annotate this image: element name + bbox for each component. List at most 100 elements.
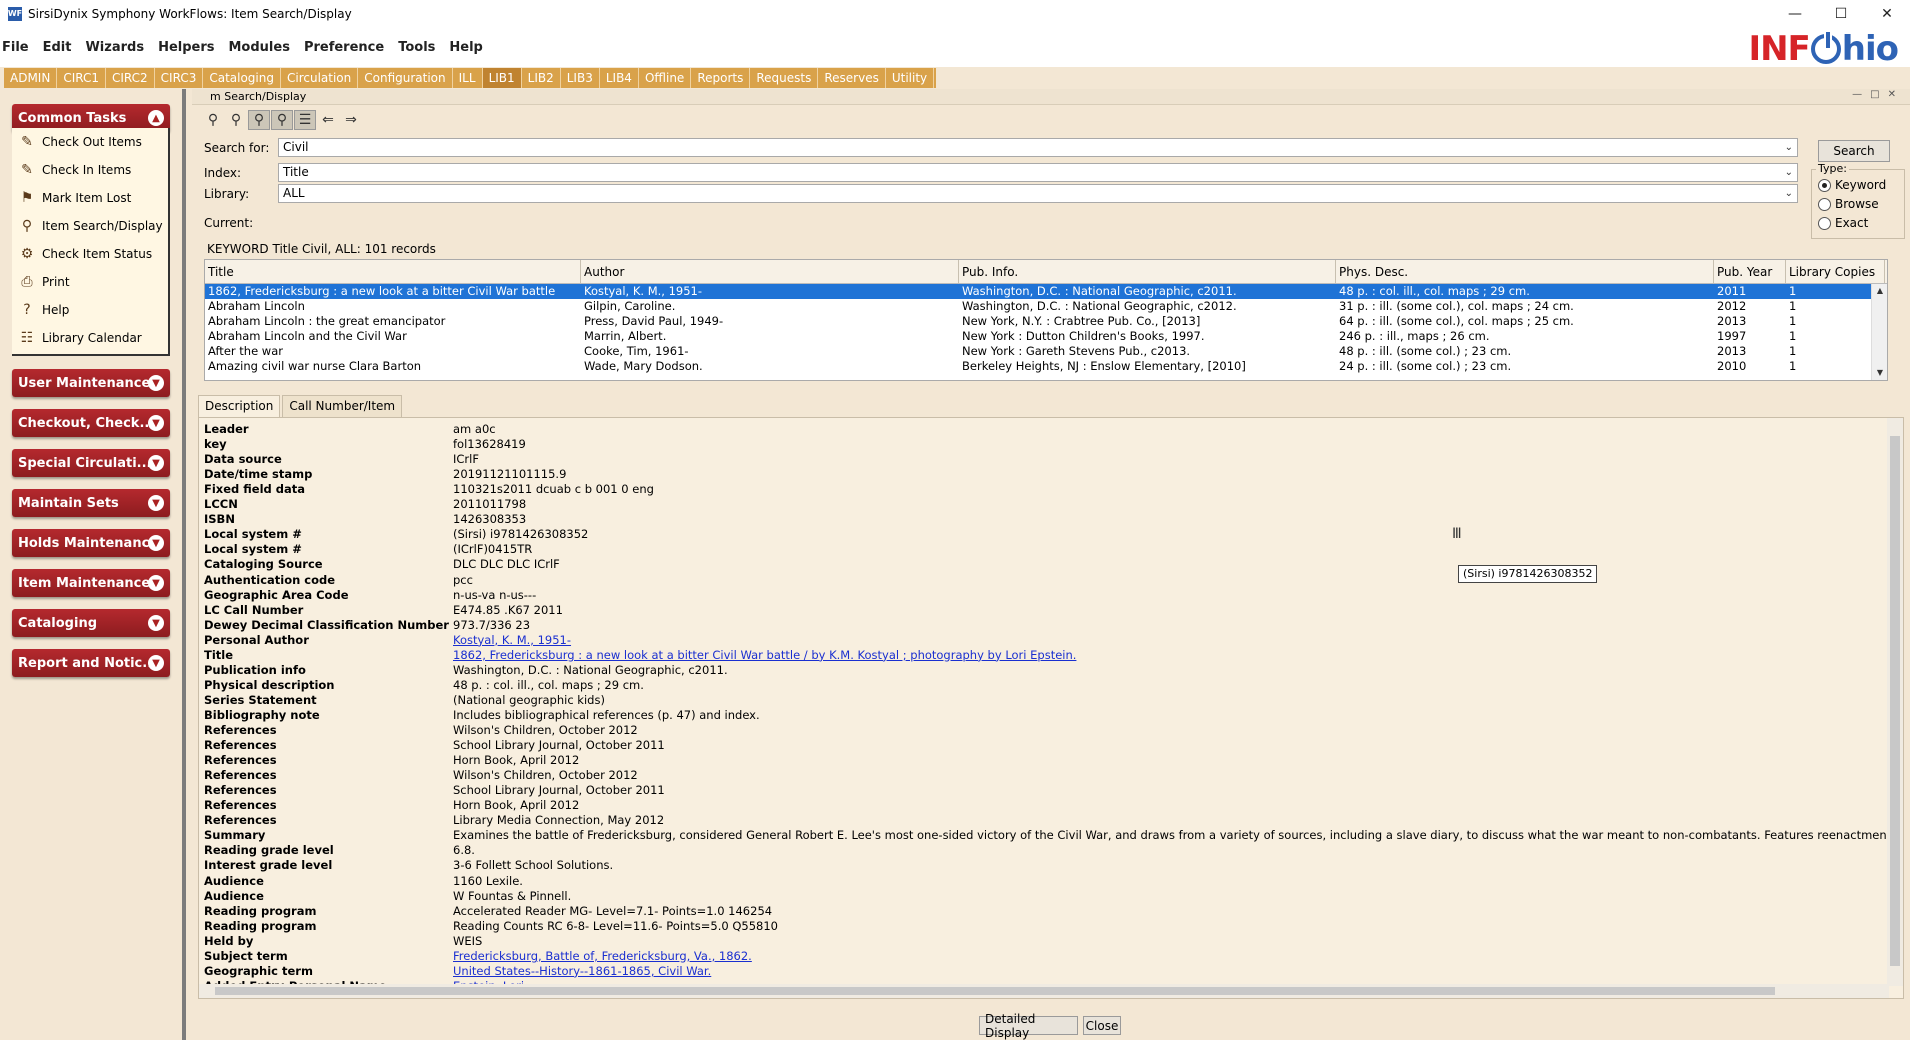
description-horizontal-scrollbar[interactable] [199, 984, 1889, 998]
chevron-up-icon[interactable]: ▲ [148, 110, 164, 126]
radio-exact[interactable]: Exact [1818, 216, 1868, 230]
table-row[interactable]: After the war Cooke, Tim, 1961- New York :… [205, 344, 1887, 359]
table-row[interactable]: 1862, Fredericksburg : a new look at a b… [205, 284, 1887, 299]
binoculars-icon[interactable]: ⚲ [225, 110, 247, 130]
close-button[interactable]: Close [1083, 1016, 1121, 1035]
column-header-author[interactable]: Author [581, 260, 959, 283]
tab-circulation[interactable]: Circulation [281, 68, 359, 88]
task-item-search-display[interactable]: ⚲ Item Search/Display [12, 212, 168, 240]
menu-tools[interactable]: Tools [391, 40, 442, 55]
tooltip: (Sirsi) i9781426308352 [1458, 565, 1598, 583]
menu-preference[interactable]: Preference [297, 40, 391, 55]
close-icon[interactable]: ✕ [1864, 0, 1910, 27]
chevron-down-icon[interactable]: ⌄ [1785, 164, 1793, 181]
tree-icon[interactable]: ☰ [294, 110, 316, 130]
search-helper-icon[interactable]: ⚲ [271, 110, 293, 130]
chevron-down-icon[interactable]: ⌄ [1785, 139, 1793, 156]
radio-browse[interactable]: Browse [1818, 197, 1879, 211]
group-maintain-sets[interactable]: Maintain Sets ▼ [12, 489, 170, 517]
binoculars-icon[interactable]: ⚲ [202, 110, 224, 130]
task-check-out-items[interactable]: ✎ Check Out Items [12, 128, 168, 156]
tab-description[interactable]: Description [198, 395, 281, 417]
tab-circ2[interactable]: CIRC2 [106, 68, 155, 88]
table-row[interactable]: Abraham Lincoln and the Civil War Marrin,… [205, 329, 1887, 344]
task-check-in-items[interactable]: ✎ Check In Items [12, 156, 168, 184]
menu-edit[interactable]: Edit [36, 40, 79, 55]
menu-file[interactable]: File [0, 40, 36, 55]
group-report-and-notices[interactable]: Report and Notic... ▼ [12, 649, 170, 677]
task-check-item-status[interactable]: ⚙ Check Item Status [12, 240, 168, 268]
results-scrollbar[interactable]: ▲ ▼ [1871, 284, 1887, 380]
tab-lib1[interactable]: LIB1 [482, 68, 522, 88]
menu-wizards[interactable]: Wizards [78, 40, 151, 55]
tab-offline[interactable]: Offline [639, 68, 692, 88]
column-header-pub-info[interactable]: Pub. Info. [959, 260, 1336, 283]
description-label: References [204, 768, 277, 783]
tab-lib2[interactable]: LIB2 [522, 68, 561, 88]
tab-lib4[interactable]: LIB4 [600, 68, 639, 88]
tab-circ1[interactable]: CIRC1 [57, 68, 106, 88]
menu-helpers[interactable]: Helpers [151, 40, 221, 55]
description-row: Publication info Washington, D.C. : Natio… [199, 663, 728, 678]
description-row: Data source ICrlF [199, 452, 479, 467]
minimize-icon[interactable]: — [1772, 0, 1818, 27]
description-link[interactable]: United States--History--1861-1865, Civil… [453, 964, 711, 979]
tab-circ3[interactable]: CIRC3 [155, 68, 204, 88]
tab-configuration[interactable]: Configuration [358, 68, 453, 88]
tab-reserves[interactable]: Reserves [818, 68, 886, 88]
arrow-right-icon[interactable]: ⇒ [340, 110, 362, 130]
table-row[interactable]: Abraham Lincoln : the great emancipator P… [205, 314, 1887, 329]
group-checkout-check[interactable]: Checkout, Check... ▼ [12, 409, 170, 437]
task-help[interactable]: ? Help [12, 296, 168, 324]
menu-modules[interactable]: Modules [222, 40, 297, 55]
task-library-calendar[interactable]: ☷ Library Calendar [12, 324, 168, 352]
description-vertical-scrollbar[interactable] [1887, 418, 1903, 986]
tab-call-number-item[interactable]: Call Number/Item [282, 395, 403, 417]
table-row[interactable]: Abraham Lincoln Gilpin, Caroline. Washingt… [205, 299, 1887, 314]
radio-keyword[interactable]: Keyword [1818, 178, 1886, 192]
column-header-library-copies[interactable]: Library Copies [1786, 260, 1885, 283]
tab-reports[interactable]: Reports [691, 68, 751, 88]
maximize-icon[interactable]: ☐ [1818, 0, 1864, 27]
column-header-title[interactable]: Title [205, 260, 581, 283]
column-header-phys-desc[interactable]: Phys. Desc. [1336, 260, 1714, 283]
tab-lib3[interactable]: LIB3 [561, 68, 600, 88]
column-header-pub-year[interactable]: Pub. Year [1714, 260, 1786, 283]
tab-requests[interactable]: Requests [750, 68, 819, 88]
tab-utility[interactable]: Utility [886, 68, 935, 88]
description-label: Interest grade level [204, 858, 333, 873]
index-select[interactable]: Title ⌄ [278, 163, 1798, 182]
group-special-circulation[interactable]: Special Circulati... ▼ [12, 449, 170, 477]
search-mode-icon[interactable]: ⚲ [248, 110, 270, 130]
chevron-down-icon[interactable]: ⌄ [1785, 185, 1793, 202]
table-row[interactable]: Amazing civil war nurse Clara Barton Wade… [205, 359, 1887, 374]
tab-cataloging[interactable]: Cataloging [203, 68, 281, 88]
description-label: LCCN [204, 497, 238, 512]
group-cataloging[interactable]: Cataloging ▼ [12, 609, 170, 637]
chevron-down-icon: ▼ [148, 535, 164, 551]
task-print[interactable]: ⎙ Print [12, 268, 168, 296]
inner-window-controls[interactable]: —□✕ [1852, 89, 1904, 100]
search-button[interactable]: Search [1818, 140, 1890, 162]
description-value: Wilson's Children, October 2012 [453, 768, 638, 783]
search-input[interactable]: Civil ⌄ [278, 138, 1798, 157]
window-title: SirsiDynix Symphony WorkFlows: Item Sear… [28, 6, 352, 21]
tab-ill[interactable]: ILL [453, 68, 483, 88]
description-link[interactable]: Kostyal, K. M., 1951- [453, 633, 571, 648]
group-item-maintenance[interactable]: Item Maintenance ▼ [12, 569, 170, 597]
arrow-left-icon[interactable]: ⇐ [317, 110, 339, 130]
detailed-display-button[interactable]: Detailed Display [979, 1012, 1078, 1040]
description-label: Personal Author [204, 632, 309, 647]
description-link[interactable]: Fredericksburg, Battle of, Fredericksbur… [453, 949, 752, 964]
module-tab-bar: ADMIN CIRC1 CIRC2 CIRC3 Cataloging Circu… [0, 67, 1910, 89]
menu-bar: File Edit Wizards Helpers Modules Prefer… [0, 27, 1910, 69]
menu-help[interactable]: Help [442, 40, 489, 55]
description-row: Date/time stamp 20191121101115.9 [199, 467, 566, 482]
task-mark-item-lost[interactable]: ⚑ Mark Item Lost [12, 184, 168, 212]
library-label: Library: [204, 187, 250, 201]
tab-admin[interactable]: ADMIN [4, 68, 58, 88]
description-link[interactable]: 1862, Fredericksburg : a new look at a b… [453, 648, 1076, 663]
group-holds-maintenance[interactable]: Holds Maintenance ▼ [12, 529, 170, 557]
library-select[interactable]: ALL ⌄ [278, 184, 1798, 203]
group-user-maintenance[interactable]: User Maintenance ▼ [12, 369, 170, 397]
